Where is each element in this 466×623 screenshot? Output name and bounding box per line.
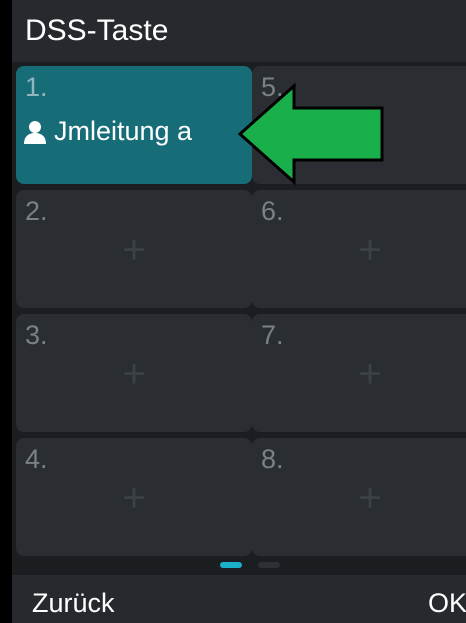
dss-key-8[interactable]: 8. + (252, 438, 466, 556)
page-indicator (12, 562, 466, 572)
dss-key-4[interactable]: 4. + (16, 438, 252, 556)
page-dot (258, 562, 280, 568)
dss-key-number: 2. (25, 196, 48, 226)
add-icon: + (358, 228, 382, 272)
title-bar: DSS-Taste (12, 0, 466, 62)
ok-softkey[interactable]: OK (428, 575, 466, 623)
dss-key-number: 6. (261, 196, 284, 226)
add-icon: + (358, 352, 382, 396)
arrow-left-icon (237, 82, 384, 186)
add-icon: + (122, 228, 146, 272)
dss-key-number: 4. (25, 444, 48, 474)
dss-key-6[interactable]: 6. + (252, 190, 466, 308)
dss-key-3[interactable]: 3. + (16, 314, 252, 432)
dss-key-number: 1. (25, 72, 48, 102)
person-icon (24, 120, 46, 144)
back-softkey[interactable]: Zurück (32, 575, 115, 623)
dss-key-2[interactable]: 2. + (16, 190, 252, 308)
softkey-bar: Zurück OK (12, 575, 466, 623)
add-icon: + (122, 476, 146, 520)
dss-key-number: 3. (25, 320, 48, 350)
screen-title: DSS-Taste (25, 14, 169, 47)
dss-key-1-label: Jmleitung a (54, 116, 193, 146)
add-icon: + (122, 352, 146, 396)
dss-key-label: Jmleitung a (22, 116, 192, 147)
dss-key-7[interactable]: 7. + (252, 314, 466, 432)
dss-key-number: 7. (261, 320, 284, 350)
dss-key-1[interactable]: 1. Jmleitung a (16, 66, 252, 184)
add-icon: + (358, 476, 382, 520)
dss-key-number: 8. (261, 444, 284, 474)
page-dot-active (220, 562, 242, 568)
